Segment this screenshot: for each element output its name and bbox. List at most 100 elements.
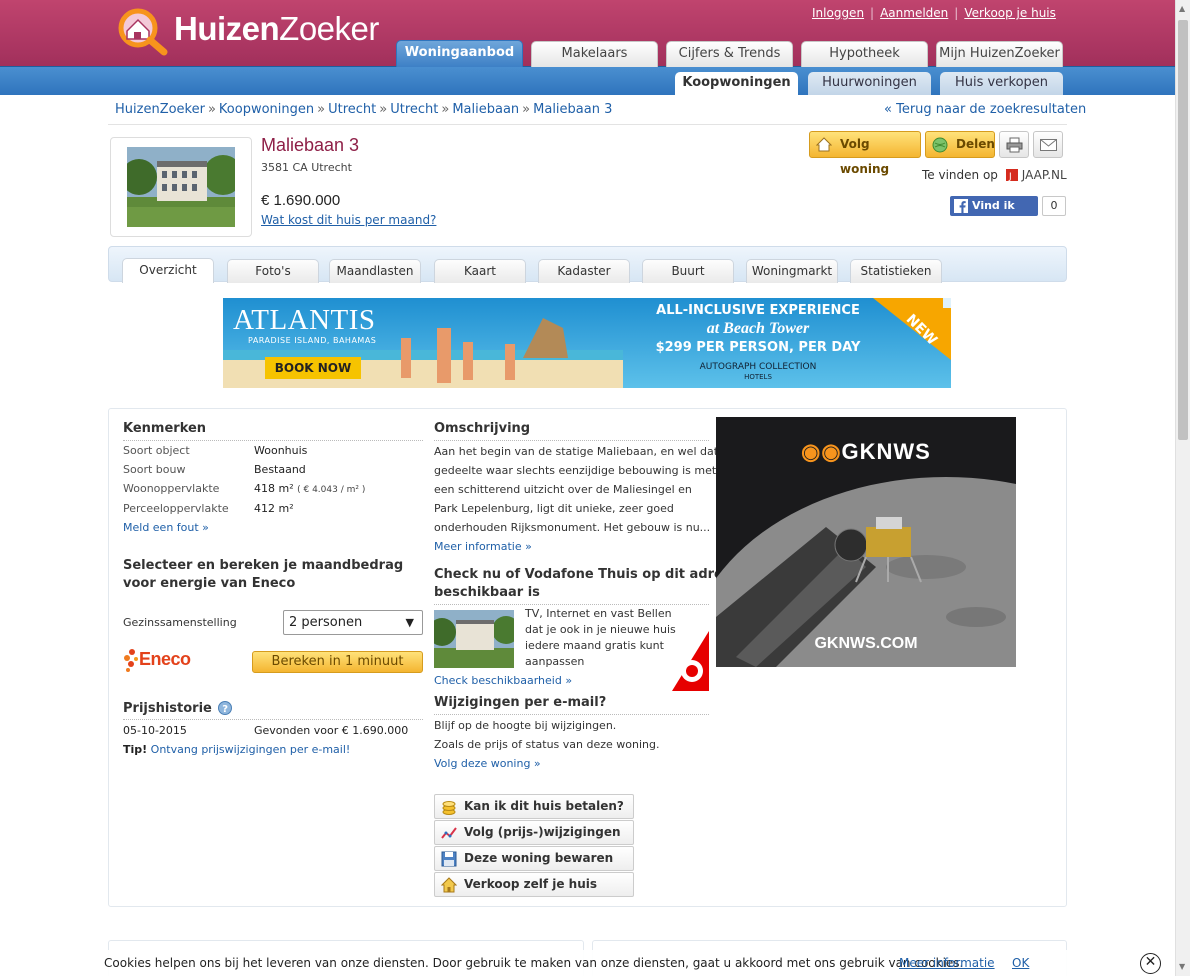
divider <box>434 604 709 605</box>
floppy-disk-icon <box>441 851 457 867</box>
chart-line-icon <box>441 827 457 839</box>
jaap-logo-icon: J <box>1005 169 1018 181</box>
property-title: Maliebaan 3 <box>261 135 360 155</box>
description-heading: Omschrijving <box>434 421 531 436</box>
vodafone-heading: Check nu of Vodafone Thuis op dit adres <box>434 567 731 582</box>
cookie-bar: Cookies helpen ons bij het leveren van o… <box>0 950 1175 976</box>
email-changes-heading: Wijzigingen per e-mail? <box>434 695 607 710</box>
tab-mijn-huizenzoeker[interactable]: Mijn HuizenZoeker <box>936 41 1063 67</box>
breadcrumb-item[interactable]: Maliebaan 3 <box>533 102 612 117</box>
follow-price-changes-button[interactable]: Volg (prijs-)wijzigingen <box>434 820 634 845</box>
subtab-koopwoningen[interactable]: Koopwoningen <box>675 72 798 95</box>
tab-overzicht[interactable]: Overzicht <box>122 258 214 283</box>
scroll-down-icon[interactable]: ▼ <box>1179 962 1185 971</box>
price-alert-link[interactable]: Ontvang prijswijzigingen per e-mail! <box>151 743 351 756</box>
breadcrumb-item[interactable]: Utrecht <box>390 102 438 117</box>
check-availability-link[interactable]: Check beschikbaarheid » <box>434 674 572 687</box>
found-on: Te vinden op J JAAP.NL <box>922 168 1067 182</box>
login-link[interactable]: Inloggen <box>812 6 864 20</box>
printer-icon <box>1006 137 1023 153</box>
banner-headline: ALL-INCLUSIVE EXPERIENCE <box>656 303 860 318</box>
tab-makelaars[interactable]: Makelaars <box>531 41 658 67</box>
feature-value: 418 m² ( € 4.043 / m² ) <box>254 482 366 495</box>
vodafone-house-photo <box>434 610 514 668</box>
kenmerken-heading: Kenmerken <box>123 421 207 436</box>
tab-kaart[interactable]: Kaart <box>434 259 526 283</box>
house-icon <box>441 877 457 893</box>
banner-price: $299 PER PERSON, PER DAY <box>655 340 861 355</box>
sell-own-house-button[interactable]: Verkoop zelf je huis <box>434 872 634 897</box>
subtab-huis-verkopen[interactable]: Huis verkopen <box>940 72 1063 95</box>
facebook-icon <box>954 199 968 213</box>
tab-maandlasten[interactable]: Maandlasten <box>329 259 421 283</box>
register-link[interactable]: Aanmelden <box>880 6 948 20</box>
gknws-side-ad[interactable]: ◉◉GKNWS GKNWS.COM <box>716 417 1016 667</box>
top-links: Inloggen | Aanmelden | Verkoop je huis <box>812 6 1056 20</box>
feature-label: Soort bouw <box>123 463 186 476</box>
tab-fotos[interactable]: Foto's <box>227 259 319 283</box>
print-button[interactable] <box>999 131 1029 158</box>
feature-value: 412 m² <box>254 502 294 515</box>
house-icon <box>816 137 832 152</box>
follow-property-button[interactable]: Volg woning <box>809 131 921 176</box>
cookie-text: Cookies helpen ons bij het leveren van o… <box>104 956 964 970</box>
price-history-entry: Gevonden voor € 1.690.000 <box>254 724 409 737</box>
breadcrumb-item[interactable]: Maliebaan <box>452 102 519 117</box>
tab-woningmarkt[interactable]: Woningmarkt <box>746 259 838 283</box>
price-history-heading: Prijshistorie ? <box>123 701 233 716</box>
email-changes-text: Blijf op de hoogte bij wijzigingen. <box>434 719 617 732</box>
description-line: onderhouden Rijksmonument. Het gebouw is… <box>434 521 711 534</box>
scroll-up-icon[interactable]: ▲ <box>1179 4 1185 13</box>
banner-location: PARADISE ISLAND, BAHAMAS <box>248 336 377 345</box>
follow-this-property-link[interactable]: Volg deze woning » <box>434 757 541 770</box>
atlantis-banner-ad[interactable]: ATLANTIS PARADISE ISLAND, BAHAMAS BOOK N… <box>223 298 951 388</box>
scrollbar-thumb[interactable] <box>1178 20 1188 440</box>
vodafone-text: TV, Internet en vast Bellen <box>525 607 672 620</box>
cookie-ok-link[interactable]: OK <box>1012 956 1029 970</box>
page-scrollbar[interactable]: ▲ ▼ <box>1175 0 1190 976</box>
cookie-more-info-link[interactable]: Meer informatie <box>899 956 995 970</box>
tab-kadaster[interactable]: Kadaster <box>538 259 630 283</box>
house-photo <box>127 147 235 227</box>
share-button[interactable]: Delen <box>925 131 995 158</box>
tab-woningaanbod[interactable]: Woningaanbod <box>396 40 523 67</box>
description-line: Park Lepelenburg, ligt dit unieke, zeer … <box>434 502 674 515</box>
price-tip: Tip! Ontvang prijswijzigingen per e-mail… <box>123 743 351 756</box>
afford-house-button[interactable]: Kan ik dit huis betalen? <box>434 794 634 819</box>
tab-hypotheek[interactable]: Hypotheek <box>801 41 928 67</box>
feature-value: Bestaand <box>254 463 306 476</box>
monthly-cost-link[interactable]: Wat kost dit huis per maand? <box>261 213 436 227</box>
description-line: een schitterend uitzicht over de Maliesi… <box>434 483 692 496</box>
tab-cijfers-trends[interactable]: Cijfers & Trends <box>666 41 793 67</box>
divider <box>123 719 423 720</box>
household-select[interactable]: 2 personen ▼ <box>283 610 423 635</box>
help-icon[interactable]: ? <box>218 701 233 715</box>
banner-hotels: HOTELS <box>744 373 772 381</box>
calculate-button[interactable]: Bereken in 1 minuut <box>252 651 423 673</box>
report-error-link[interactable]: Meld een fout » <box>123 521 209 534</box>
facebook-like-count: 0 <box>1042 196 1066 216</box>
email-button[interactable] <box>1033 131 1063 158</box>
envelope-icon <box>1040 139 1057 151</box>
facebook-like-button[interactable]: Vind ik leuk <box>950 196 1038 232</box>
site-logo[interactable]: HuizenZoeker <box>114 6 389 56</box>
jaap-link[interactable]: JAAP.NL <box>1022 168 1067 182</box>
vodafone-logo-icon <box>672 631 709 691</box>
property-thumbnail[interactable] <box>110 137 252 237</box>
feature-label: Soort object <box>123 444 190 457</box>
breadcrumb-item[interactable]: HuizenZoeker <box>115 102 205 117</box>
more-info-link[interactable]: Meer informatie » <box>434 540 532 553</box>
breadcrumb-item[interactable]: Utrecht <box>328 102 376 117</box>
tab-statistieken[interactable]: Statistieken <box>850 259 942 283</box>
gknws-logo: ◉◉GKNWS <box>801 439 931 464</box>
back-to-results-link[interactable]: « Terug naar de zoekresultaten <box>884 102 1086 117</box>
banner-subline: at Beach Tower <box>706 320 810 337</box>
breadcrumb-item[interactable]: Koopwoningen <box>219 102 314 117</box>
close-icon[interactable]: ✕ <box>1140 953 1161 974</box>
sell-house-link[interactable]: Verkoop je huis <box>964 6 1056 20</box>
save-property-button[interactable]: Deze woning bewaren <box>434 846 634 871</box>
banner-book-now-button[interactable]: BOOK NOW <box>265 357 361 379</box>
divider <box>108 124 1067 125</box>
tab-buurt[interactable]: Buurt <box>642 259 734 283</box>
subtab-huurwoningen[interactable]: Huurwoningen <box>808 72 931 95</box>
